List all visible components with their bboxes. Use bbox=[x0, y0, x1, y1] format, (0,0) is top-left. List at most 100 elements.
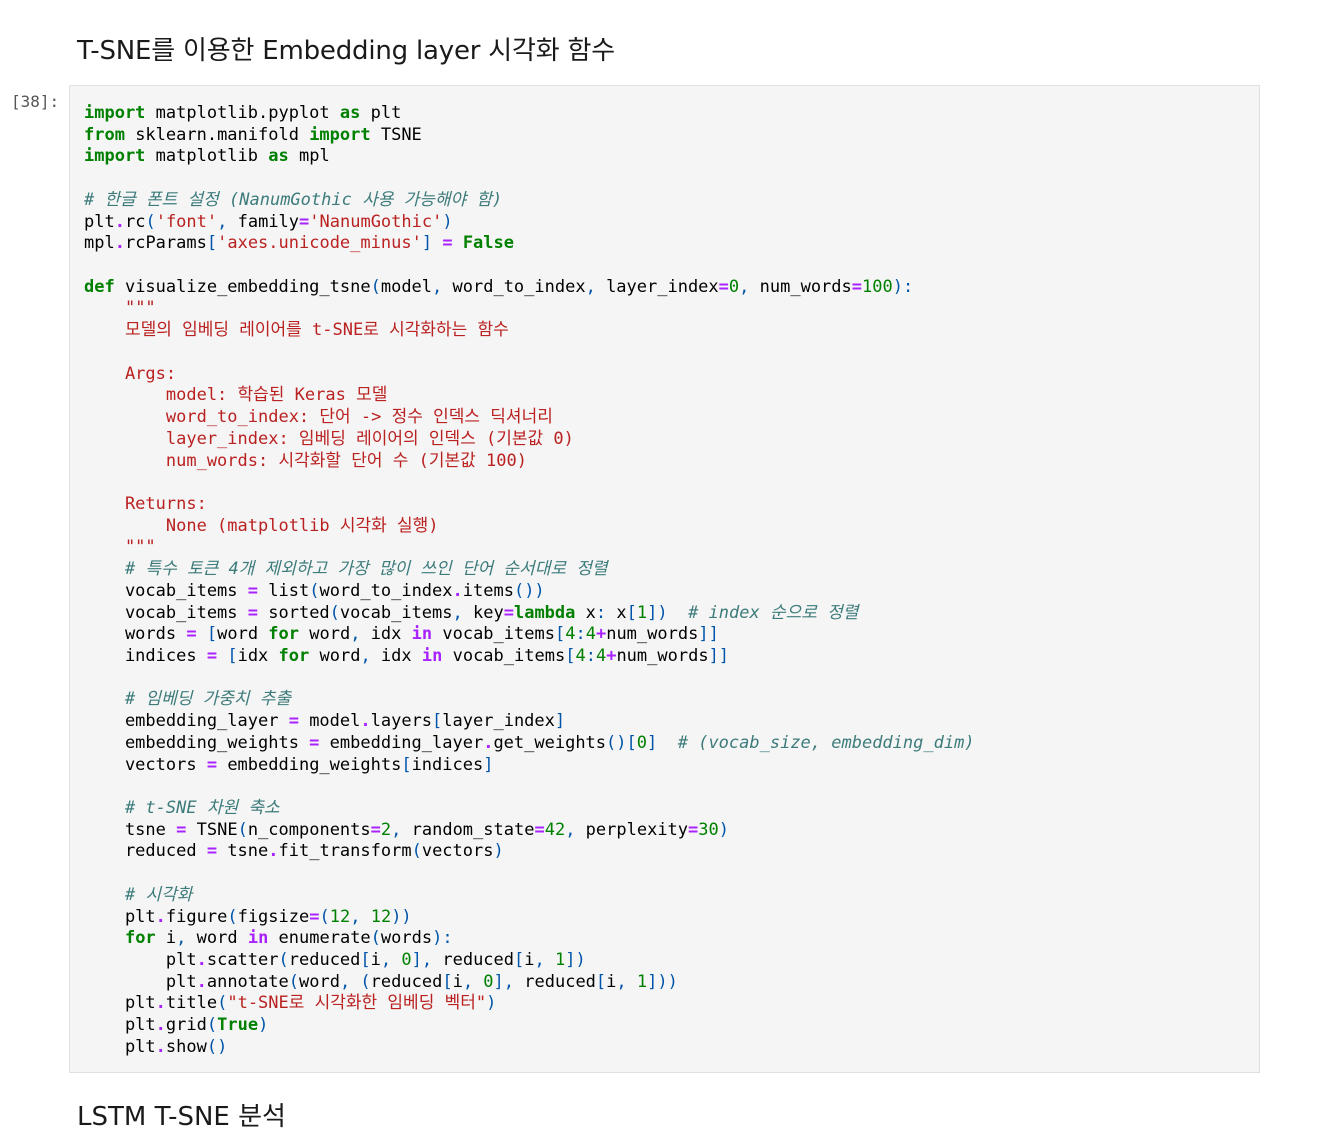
code-token: scatter bbox=[206, 950, 279, 971]
code-token: ( bbox=[411, 841, 422, 862]
code-token: . bbox=[360, 711, 371, 732]
code-token: 42 bbox=[544, 819, 566, 840]
code-token: sorted bbox=[258, 602, 330, 623]
code-token: figure bbox=[165, 906, 228, 927]
code-token: 모델의 임베딩 레이어를 t-SNE로 시각화하는 함수 bbox=[84, 320, 509, 341]
code-token: 0 bbox=[483, 971, 494, 992]
code-token: ) bbox=[718, 819, 730, 840]
code-token: 1 bbox=[636, 971, 648, 992]
code-token: vectors bbox=[421, 841, 494, 862]
code-token: [ bbox=[565, 645, 576, 666]
code-token: as bbox=[268, 146, 289, 167]
code-token: . bbox=[196, 971, 207, 992]
code-token: 0 bbox=[728, 276, 740, 297]
code-token: 'NanumGothic' bbox=[309, 211, 443, 232]
code-token: [ bbox=[626, 602, 637, 623]
code-line: """ bbox=[84, 298, 975, 320]
code-line: # 특수 토큰 4개 제외하고 가장 많이 쓰인 단어 순서대로 정렬 bbox=[84, 559, 975, 581]
code-token: import bbox=[84, 146, 146, 167]
code-line: plt.grid(True) bbox=[84, 1015, 975, 1037]
code-token: , bbox=[176, 928, 197, 949]
code-token: reduced bbox=[442, 950, 515, 971]
code-token: plt bbox=[84, 1015, 156, 1036]
code-token: for bbox=[278, 645, 310, 666]
code-token: = bbox=[534, 819, 545, 840]
code-line: embedding_weights = embedding_layer.get_… bbox=[84, 733, 975, 755]
code-token: TSNE bbox=[186, 819, 238, 840]
code-token: idx bbox=[380, 645, 422, 666]
code-cell-input[interactable]: import matplotlib.pyplot as plt from skle… bbox=[69, 85, 1260, 1073]
code-token: layer_index bbox=[442, 711, 555, 732]
code-token: ) bbox=[258, 1015, 269, 1036]
code-token: layer_index: 임베딩 레이어의 인덱스 (기본값 0) bbox=[84, 428, 574, 449]
code-token: i bbox=[155, 928, 177, 949]
code-token: embedding_layer bbox=[84, 711, 289, 732]
code-token: = bbox=[442, 233, 453, 254]
code-token: items bbox=[462, 580, 514, 601]
code-token: 0 bbox=[401, 950, 412, 971]
code-token: in bbox=[421, 645, 443, 666]
code-token: for bbox=[124, 928, 156, 949]
code-token: matplotlib.pyplot bbox=[145, 103, 340, 123]
code-token: plt bbox=[84, 950, 197, 971]
code-line: num_words: 시각화할 단어 수 (기본값 100) bbox=[84, 451, 975, 473]
code-token: word bbox=[196, 928, 248, 949]
code-editor[interactable]: import matplotlib.pyplot as plt from skle… bbox=[84, 103, 975, 1059]
code-token: , bbox=[462, 971, 484, 992]
code-token: ( bbox=[370, 928, 381, 949]
code-token: import bbox=[309, 124, 371, 145]
code-token: get_weights bbox=[493, 732, 607, 753]
code-token: vocab_items bbox=[84, 580, 248, 601]
code-token: , bbox=[391, 819, 412, 840]
code-token: , bbox=[432, 276, 453, 297]
code-token: + bbox=[606, 645, 617, 666]
code-token: figsize bbox=[237, 906, 310, 927]
code-token: enumerate bbox=[268, 928, 371, 949]
code-line: # 시각화 bbox=[84, 885, 975, 907]
code-token: = bbox=[688, 819, 699, 840]
code-token: = bbox=[718, 276, 729, 297]
code-token: matplotlib bbox=[145, 146, 269, 167]
code-token: : bbox=[595, 602, 607, 623]
code-token: 4 bbox=[585, 624, 596, 645]
code-token: True bbox=[217, 1015, 259, 1036]
code-token: [ bbox=[206, 233, 218, 254]
code-token: n_components bbox=[247, 819, 371, 840]
code-token: mpl bbox=[288, 146, 330, 167]
code-token: # 시각화 bbox=[124, 884, 193, 905]
code-token: def bbox=[84, 276, 115, 297]
code-token: 1 bbox=[555, 950, 566, 971]
code-token: word bbox=[299, 624, 351, 645]
code-token: embedding_weights bbox=[217, 754, 402, 775]
code-token: . bbox=[268, 841, 279, 862]
code-line: import matplotlib as mpl bbox=[84, 146, 975, 168]
code-token: [ bbox=[554, 624, 566, 645]
code-token: tsne bbox=[217, 841, 269, 862]
code-token: , ( bbox=[339, 971, 371, 992]
code-token: vocab_items bbox=[84, 602, 248, 623]
code-token: ]) bbox=[565, 950, 586, 971]
code-token: , bbox=[452, 602, 473, 623]
code-token: , bbox=[565, 819, 586, 840]
code-line: from sklearn.manifold import TSNE bbox=[84, 125, 975, 147]
code-token: random_state bbox=[411, 819, 535, 840]
code-token: , bbox=[380, 950, 402, 971]
code-token: = bbox=[247, 580, 259, 601]
code-token: [ bbox=[514, 950, 525, 971]
code-token: [ bbox=[401, 754, 412, 775]
code-token: reduced bbox=[84, 841, 207, 862]
code-token: , bbox=[616, 971, 637, 992]
code-token: visualize_embedding_tsne bbox=[114, 276, 371, 297]
code-token: ( bbox=[370, 276, 381, 297]
code-token: x bbox=[606, 602, 627, 623]
code-token: """ bbox=[84, 537, 156, 558]
code-token: vocab_items bbox=[432, 624, 555, 645]
code-token: indices bbox=[84, 645, 207, 666]
